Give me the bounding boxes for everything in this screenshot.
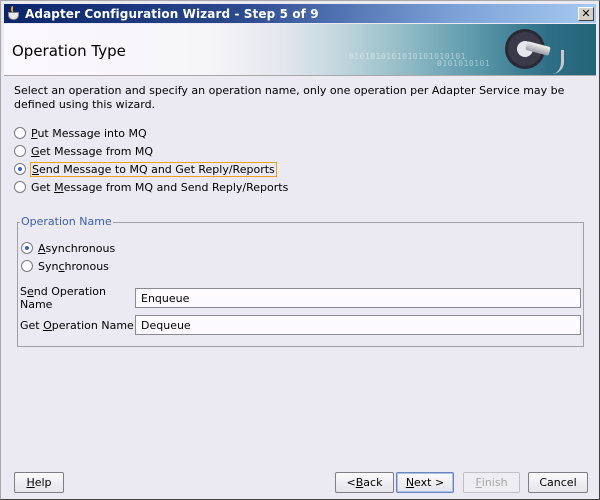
send-operation-label: Send Operation Name xyxy=(20,285,106,311)
page-title: Operation Type xyxy=(12,42,126,60)
content-area: Select an operation and specify an opera… xyxy=(14,84,589,196)
back-button[interactable]: < Back xyxy=(335,472,394,493)
window-title: Adapter Configuration Wizard - Step 5 of… xyxy=(25,6,319,21)
radio-synchronous[interactable]: Synchronous xyxy=(21,257,115,275)
radio-button-selected[interactable] xyxy=(14,163,26,175)
wizard-window: Adapter Configuration Wizard - Step 5 of… xyxy=(0,0,600,500)
radio-button-selected[interactable] xyxy=(21,242,33,254)
radio-label[interactable]: Asynchronous xyxy=(38,242,115,255)
cancel-button[interactable]: Cancel xyxy=(528,472,588,493)
radio-label[interactable]: Get Message from MQ and Send Reply/Repor… xyxy=(31,181,288,194)
radio-get-message[interactable]: Get Message from MQ xyxy=(14,142,589,160)
instructions-text: Select an operation and specify an opera… xyxy=(14,84,565,111)
radio-label[interactable]: Put Message into MQ xyxy=(31,127,147,140)
header-banner: Operation Type 0101010101010101010101 01… xyxy=(4,24,596,76)
radio-label[interactable]: Synchronous xyxy=(38,260,109,273)
send-operation-row: Send Operation Name xyxy=(20,285,581,311)
radio-send-get-reply[interactable]: Send Message to MQ and Get Reply/Reports xyxy=(14,160,589,178)
title-bar[interactable]: Adapter Configuration Wizard - Step 5 of… xyxy=(4,4,596,23)
radio-put-message[interactable]: Put Message into MQ xyxy=(14,124,589,142)
get-operation-row: Get Operation Name xyxy=(20,315,581,335)
finish-button[interactable]: Finish xyxy=(463,472,520,493)
adapter-gear-icon xyxy=(504,30,564,74)
banner-decoration-text: 0101010101 xyxy=(437,59,491,68)
get-operation-label: Get Operation Name xyxy=(20,318,134,332)
radio-label[interactable]: Send Message to MQ and Get Reply/Reports xyxy=(30,161,277,177)
operation-name-legend: Operation Name xyxy=(20,215,113,228)
operation-radio-group: Put Message into MQ Get Message from MQ … xyxy=(14,124,589,196)
radio-button[interactable] xyxy=(14,181,26,193)
help-button[interactable]: Help xyxy=(14,472,64,493)
radio-button[interactable] xyxy=(14,145,26,157)
radio-label[interactable]: Get Message from MQ xyxy=(31,145,153,158)
send-operation-name-input[interactable] xyxy=(135,288,581,308)
radio-button[interactable] xyxy=(21,260,33,272)
close-icon: ✕ xyxy=(581,7,591,20)
next-button[interactable]: Next > xyxy=(396,472,454,493)
java-cup-icon xyxy=(6,5,22,22)
get-operation-name-input[interactable] xyxy=(135,315,581,335)
radio-button[interactable] xyxy=(14,127,26,139)
close-button[interactable]: ✕ xyxy=(578,6,594,21)
radio-get-send-reply[interactable]: Get Message from MQ and Send Reply/Repor… xyxy=(14,178,589,196)
radio-asynchronous[interactable]: Asynchronous xyxy=(21,239,115,257)
sync-mode-radio-group: Asynchronous Synchronous xyxy=(21,239,115,275)
